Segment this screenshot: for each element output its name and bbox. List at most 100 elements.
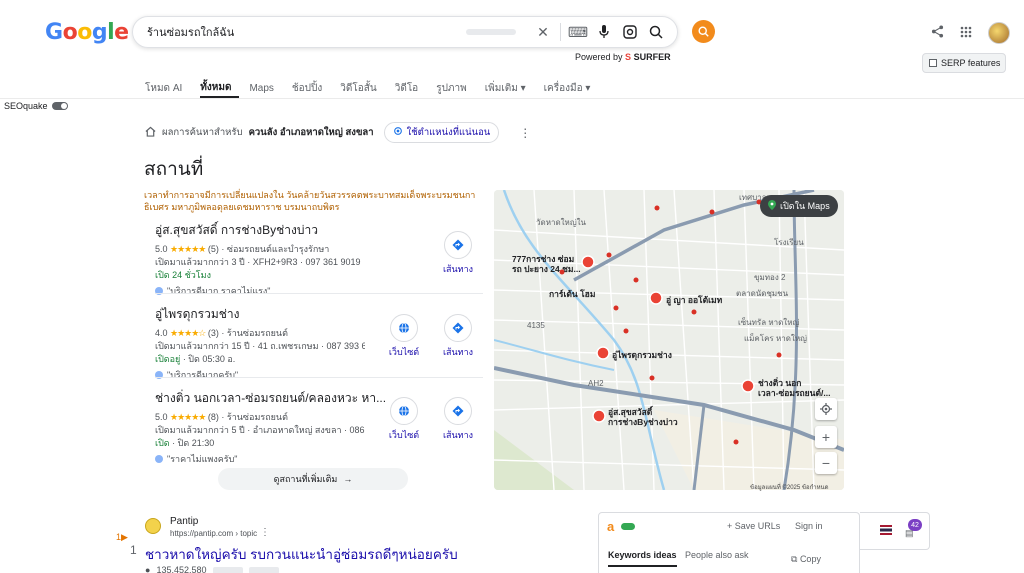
account-avatar[interactable] [988, 22, 1010, 44]
tab-maps[interactable]: Maps [249, 78, 281, 98]
result-options-icon[interactable]: ⋮ [260, 527, 270, 538]
keyboard-icon[interactable]: ⌨ [565, 19, 591, 45]
website-label: เว็บไซต์ [388, 347, 420, 357]
review-count: (8) [207, 412, 219, 422]
document-icon[interactable]: ▤ [905, 528, 914, 539]
website-button[interactable]: เว็บไซต์ [384, 397, 424, 442]
divider [155, 293, 483, 294]
search-box[interactable]: ร้านซ่อมรถใกล้ฉัน ✕ ⌨ [132, 16, 678, 48]
tab-ai-mode[interactable]: โหมด AI [145, 78, 190, 98]
arrow-right-icon: → [343, 474, 353, 484]
keywords-panel: a + Save URLs Sign in Keywords ideas Peo… [598, 512, 860, 573]
copy-button[interactable]: ⧉ Copy [791, 554, 821, 565]
directions-icon [444, 231, 472, 259]
place-name[interactable]: ช่างติ่ว นอกเวลา-ซ่อมรถยนต์/คลองหวะ หา..… [155, 389, 483, 408]
map-attribution[interactable]: ข้อมูลแผนที่ ©2025 ข้อกำหนด [750, 482, 829, 492]
zoom-out-button[interactable]: − [815, 452, 837, 474]
directions-label: เส้นทาง [442, 347, 474, 357]
directions-button[interactable]: เส้นทาง [438, 397, 478, 442]
site-favicon [145, 518, 161, 534]
map-label: อู่ ญา ออโต้เมท [666, 295, 723, 306]
map-label: แม็คโคร หาดใหญ่ [744, 333, 807, 343]
surfer-icon: S [625, 52, 632, 62]
place-name[interactable]: อู่ไพรดุกรวมช่าง [155, 305, 483, 324]
microphone-icon[interactable] [591, 19, 617, 45]
tab-all[interactable]: ทั้งหมด [200, 78, 240, 98]
place-hours: เปิดอยู่ · ปิด 05:30 อ. [155, 353, 365, 366]
clear-icon[interactable]: ✕ [530, 19, 556, 45]
tab-more[interactable]: เพิ่มเติม ▾ [485, 78, 534, 98]
place-listing[interactable]: อู่ไพรดุกรวมช่าง 4.0 ★★★★☆ (3) · ร้านซ่อ… [155, 305, 483, 382]
tab-tools[interactable]: เครื่องมือ ▾ [544, 78, 599, 98]
logo-letter: g [91, 20, 108, 45]
location-notice: ผลการค้นหาสำหรับ ควนลัง อำเภอหาดใหญ่ สงขล… [145, 122, 531, 143]
tab-images[interactable]: รูปภาพ [436, 78, 475, 98]
globe-icon [390, 314, 418, 342]
rating-stars: ★★★★☆ [170, 328, 206, 338]
sign-in-link[interactable]: Sign in [795, 521, 823, 531]
place-name[interactable]: อู่ส.สุขสวัสดิ์ การช่างByช่างบ่าว [155, 221, 483, 240]
result-metric: 135,452,580 [156, 565, 207, 573]
tab-people-also-ask[interactable]: People also ask [685, 550, 749, 560]
surfer-search-button[interactable] [692, 20, 715, 43]
use-precise-location-button[interactable]: ใช้ตำแหน่งที่แน่นอน [383, 122, 500, 143]
header-actions [931, 22, 1010, 44]
directions-button[interactable]: เส้นทาง [438, 231, 478, 276]
review-snippet: "บริการดีมาก ราคาไม่แรง" [155, 284, 483, 298]
place-listing[interactable]: อู่ส.สุขสวัสดิ์ การช่างByช่างบ่าว 5.0 ★★… [155, 221, 483, 298]
home-icon [145, 126, 156, 140]
globe-icon [390, 397, 418, 425]
directions-label: เส้นทาง [442, 264, 474, 274]
logo-letter: o [77, 20, 92, 45]
result-rank: 1 [130, 543, 137, 557]
toggle-switch[interactable] [51, 102, 68, 110]
tab-keywords-ideas[interactable]: Keywords ideas [608, 550, 677, 567]
open-status: เปิด 24 ชั่วโมง [155, 270, 211, 280]
share-icon[interactable] [931, 24, 944, 42]
tab-videos[interactable]: วิดีโอ [395, 78, 427, 98]
map-label: โรงเรียน [774, 237, 804, 247]
location-place: ควนลัง อำเภอหาดใหญ่ สงขลา [248, 127, 374, 138]
search-input[interactable]: ร้านซ่อมรถใกล้ฉัน [147, 23, 466, 41]
result-rank-marker: 1▶ [116, 532, 128, 542]
rating-value: 5.0 [155, 244, 168, 254]
directions-button[interactable]: เส้นทาง [438, 314, 478, 359]
search-icon[interactable] [643, 19, 669, 45]
target-icon [393, 126, 403, 139]
reviewer-avatar [155, 455, 163, 463]
serp-features-toggle[interactable]: SERP features [922, 53, 1006, 73]
rating-value: 5.0 [155, 412, 168, 422]
more-options-icon[interactable]: ⋮ [519, 126, 531, 140]
copy-label: Copy [799, 554, 821, 564]
apps-grid-icon[interactable] [960, 25, 972, 42]
result-title-link[interactable]: ชาวหาดใหญ่ครับ รบกวนแนะนำอู่ซ่อมรถดีๆหน่… [145, 543, 458, 565]
lens-icon[interactable] [617, 19, 643, 45]
more-places-button[interactable]: ดูสถานที่เพิ่มเติม → [218, 468, 408, 490]
checkbox[interactable] [929, 59, 937, 67]
review-text: "ราคาไม่แพงครับ" [167, 454, 238, 464]
tab-short-videos[interactable]: วิดีโอสั้น [340, 78, 384, 98]
powered-brand: SURFER [633, 52, 671, 62]
site-name[interactable]: Pantip [170, 516, 198, 527]
places-map[interactable]: 777การช่าง ซ่อม รถ ปะยาง 24 ชม... การ์เต… [494, 190, 844, 490]
save-urls-button[interactable]: + Save URLs [727, 521, 780, 531]
seoquake-toggle[interactable]: SEOquake [4, 101, 68, 111]
dot-icon: ● [145, 565, 151, 573]
place-details: เปิดมาแล้วมากกว่า 5 ปี · อำเภอหาดใหญ่ สง… [155, 425, 365, 435]
map-canvas: 777การช่าง ซ่อม รถ ปะยาง 24 ชม... การ์เต… [494, 190, 844, 490]
panel-toggle[interactable] [621, 523, 635, 530]
divider [560, 23, 561, 41]
site-url[interactable]: https://pantip.com › topic [170, 529, 257, 538]
directions-icon [444, 314, 472, 342]
place-hours: เปิด 24 ชั่วโมง [155, 269, 365, 282]
open-in-maps-button[interactable]: เปิดใน Maps [760, 195, 838, 217]
review-text: "บริการดีมาก ราคาไม่แรง" [167, 286, 271, 296]
my-location-button[interactable] [815, 398, 837, 420]
hours-notice: เวลาทำการอาจมีการเปลี่ยนแปลงใน วันคล้ายว… [144, 190, 476, 212]
tab-shopping[interactable]: ช้อปปิ้ง [292, 78, 330, 98]
website-button[interactable]: เว็บไซต์ [384, 314, 424, 359]
google-logo[interactable]: Google [45, 20, 129, 45]
zoom-in-button[interactable]: + [815, 426, 837, 448]
place-listing[interactable]: ช่างติ่ว นอกเวลา-ซ่อมรถยนต์/คลองหวะ หา..… [155, 389, 483, 466]
thailand-flag-icon[interactable] [880, 525, 892, 535]
